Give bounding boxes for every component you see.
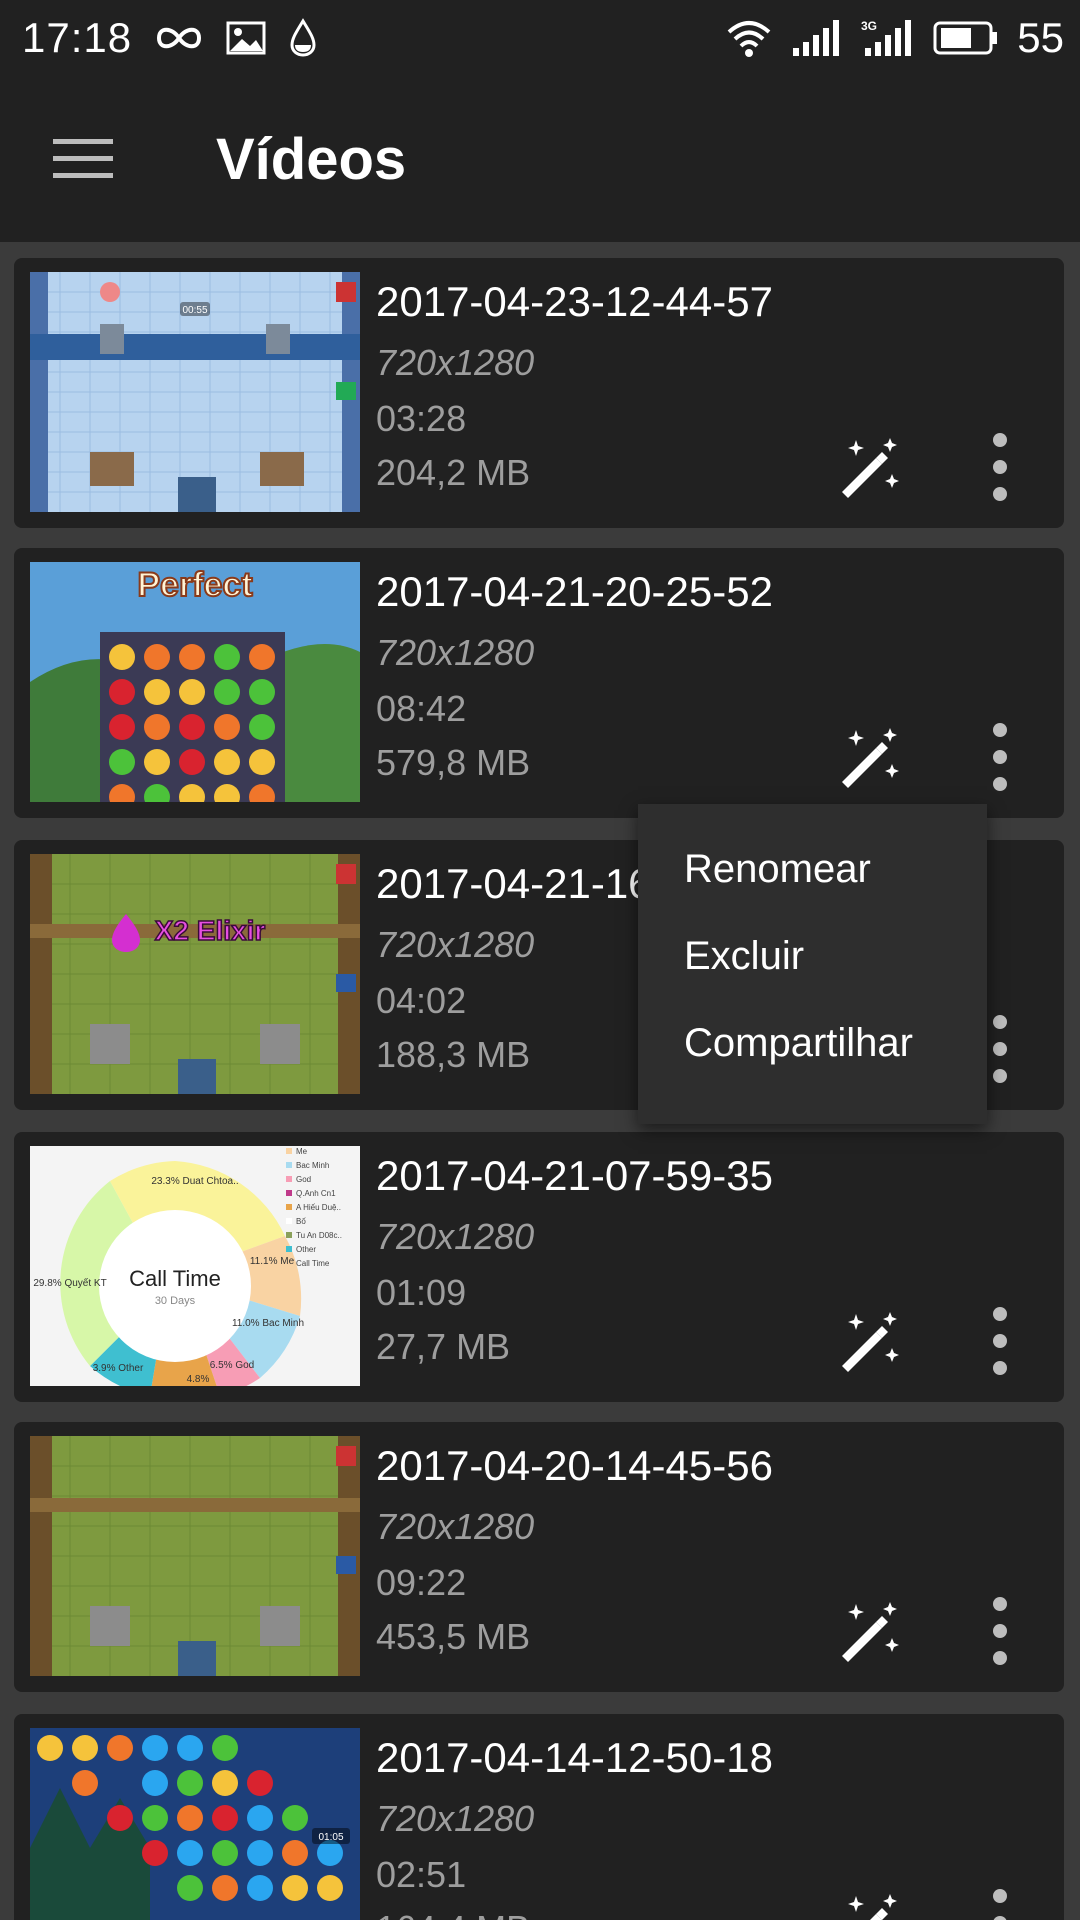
magic-wand-icon [848, 1894, 897, 1920]
app-bar: Vídeos [0, 76, 1080, 242]
video-duration: 09:22 [376, 1562, 467, 1603]
edit-button[interactable] [824, 1296, 914, 1386]
status-right-icons: 3G 55 [725, 14, 1064, 62]
video-resolution: 720x1280 [376, 924, 535, 965]
svg-text:29.8% Quyết KT: 29.8% Quyết KT [33, 1277, 106, 1289]
video-resolution: 720x1280 [376, 342, 535, 383]
video-duration: 04:02 [376, 980, 467, 1021]
svg-text:X2 Elixir: X2 Elixir [155, 915, 266, 946]
svg-text:Me: Me [296, 1147, 308, 1156]
menu-item-rename[interactable]: Renomear [638, 826, 987, 913]
more-options-button[interactable] [964, 1878, 1036, 1920]
svg-text:Q.Anh Cn1: Q.Anh Cn1 [296, 1189, 336, 1198]
more-vertical-icon [993, 433, 1007, 501]
more-options-button[interactable] [964, 712, 1036, 802]
video-thumbnail[interactable]: X2 Elixir [30, 854, 360, 1094]
magic-wand-icon [842, 728, 899, 788]
svg-text:Tu An D08c..: Tu An D08c.. [296, 1231, 342, 1240]
video-name: 2017-04-21-20-25-52 [376, 568, 773, 615]
more-options-button[interactable] [964, 1586, 1036, 1676]
more-vertical-icon [993, 1307, 1007, 1375]
image-icon [226, 21, 266, 55]
infinity-icon [157, 27, 202, 49]
video-size: 164,4 MB [376, 1908, 530, 1920]
edit-button[interactable] [824, 1586, 914, 1676]
video-card[interactable]: Call Time 30 Days 23.3% Duat Chtoa.. 29.… [14, 1132, 1064, 1402]
magic-wand-icon [842, 438, 899, 498]
more-options-button[interactable] [964, 1296, 1036, 1386]
status-left-icons [154, 18, 318, 58]
svg-text:23.3% Duat Chtoa..: 23.3% Duat Chtoa.. [151, 1176, 238, 1187]
video-name: 2017-04-14-12-50-18 [376, 1734, 773, 1781]
battery-icon [933, 21, 998, 55]
video-card[interactable]: 2017-04-20-14-45-56 720x1280 09:22 453,5… [14, 1422, 1064, 1692]
svg-text:01:05: 01:05 [318, 1832, 343, 1843]
more-options-button[interactable] [964, 422, 1036, 512]
magic-wand-icon [842, 1602, 899, 1662]
video-size: 27,7 MB [376, 1326, 511, 1367]
more-vertical-icon [993, 723, 1007, 791]
edit-button[interactable] [824, 1878, 914, 1920]
svg-text:Other: Other [296, 1245, 316, 1254]
video-name: 2017-04-21-07-59-35 [376, 1152, 773, 1199]
video-card[interactable]: 00:55 2017-04-23-12-44-57 720x1280 03:28… [14, 258, 1064, 528]
signal-3g-icon: 3G [861, 19, 912, 56]
svg-text:6.5% God: 6.5% God [210, 1360, 254, 1371]
video-resolution: 720x1280 [376, 1798, 535, 1839]
more-vertical-icon [993, 1015, 1007, 1083]
svg-text:Perfect: Perfect [137, 566, 252, 604]
edit-button[interactable] [824, 422, 914, 512]
video-resolution: 720x1280 [376, 1216, 535, 1257]
menu-item-share[interactable]: Compartilhar [638, 1000, 987, 1087]
video-name: 2017-04-20-14-45-56 [376, 1442, 773, 1489]
svg-text:11.0% Bac Minh: 11.0% Bac Minh [232, 1318, 304, 1329]
battery-level: 55 [1017, 14, 1064, 61]
hamburger-menu-icon [53, 139, 113, 178]
video-thumbnail[interactable]: Call Time 30 Days 23.3% Duat Chtoa.. 29.… [30, 1146, 360, 1386]
svg-text:4.8%: 4.8% [187, 1374, 210, 1385]
svg-text:A Hiếu Duệ..: A Hiếu Duệ.. [296, 1203, 341, 1212]
menu-item-delete[interactable]: Excluir [638, 913, 987, 1000]
video-size: 204,2 MB [376, 452, 531, 493]
more-vertical-icon [993, 1597, 1007, 1665]
video-name: 2017-04-23-12-44-57 [376, 278, 773, 325]
magic-wand-icon [842, 1312, 899, 1372]
page-title: Vídeos [216, 126, 407, 192]
video-size: 453,5 MB [376, 1616, 531, 1657]
video-card[interactable]: Perfect 2017-04-21-20-25-52 720x1280 08:… [14, 548, 1064, 818]
video-duration: 01:09 [376, 1272, 467, 1313]
video-resolution: 720x1280 [376, 632, 535, 673]
svg-text:Bố: Bố [296, 1217, 306, 1226]
svg-text:3.9% Other: 3.9% Other [93, 1363, 144, 1374]
svg-text:3G: 3G [861, 19, 877, 33]
svg-text:30 Days: 30 Days [155, 1295, 196, 1307]
svg-text:Call Time: Call Time [129, 1266, 221, 1291]
svg-text:God: God [296, 1175, 311, 1184]
drop-icon [290, 18, 316, 57]
video-thumbnail[interactable]: 01:05 [30, 1728, 360, 1920]
context-menu: Renomear Excluir Compartilhar [638, 804, 987, 1124]
video-card[interactable]: 01:05 2017-04-14-12-50-18 720x1280 02:51… [14, 1714, 1064, 1920]
svg-text:Bac Minh: Bac Minh [296, 1161, 329, 1170]
video-duration: 03:28 [376, 398, 467, 439]
status-bar: 17:18 3G 55 [0, 0, 1080, 76]
video-duration: 08:42 [376, 688, 467, 729]
status-time: 17:18 [22, 14, 133, 61]
wifi-icon [727, 21, 771, 57]
video-duration: 02:51 [376, 1854, 467, 1895]
menu-button[interactable] [18, 76, 148, 242]
svg-text:00:55: 00:55 [182, 305, 207, 316]
video-thumbnail[interactable]: 00:55 [30, 272, 360, 512]
video-thumbnail[interactable]: Perfect [30, 562, 360, 802]
more-vertical-icon [993, 1889, 1007, 1920]
video-size: 579,8 MB [376, 742, 531, 783]
video-thumbnail[interactable] [30, 1436, 360, 1676]
edit-button[interactable] [824, 712, 914, 802]
video-size: 188,3 MB [376, 1034, 531, 1075]
signal-icon [793, 20, 840, 56]
video-resolution: 720x1280 [376, 1506, 535, 1547]
svg-text:11.1% Me: 11.1% Me [250, 1256, 295, 1267]
svg-text:Call Time: Call Time [296, 1259, 330, 1268]
